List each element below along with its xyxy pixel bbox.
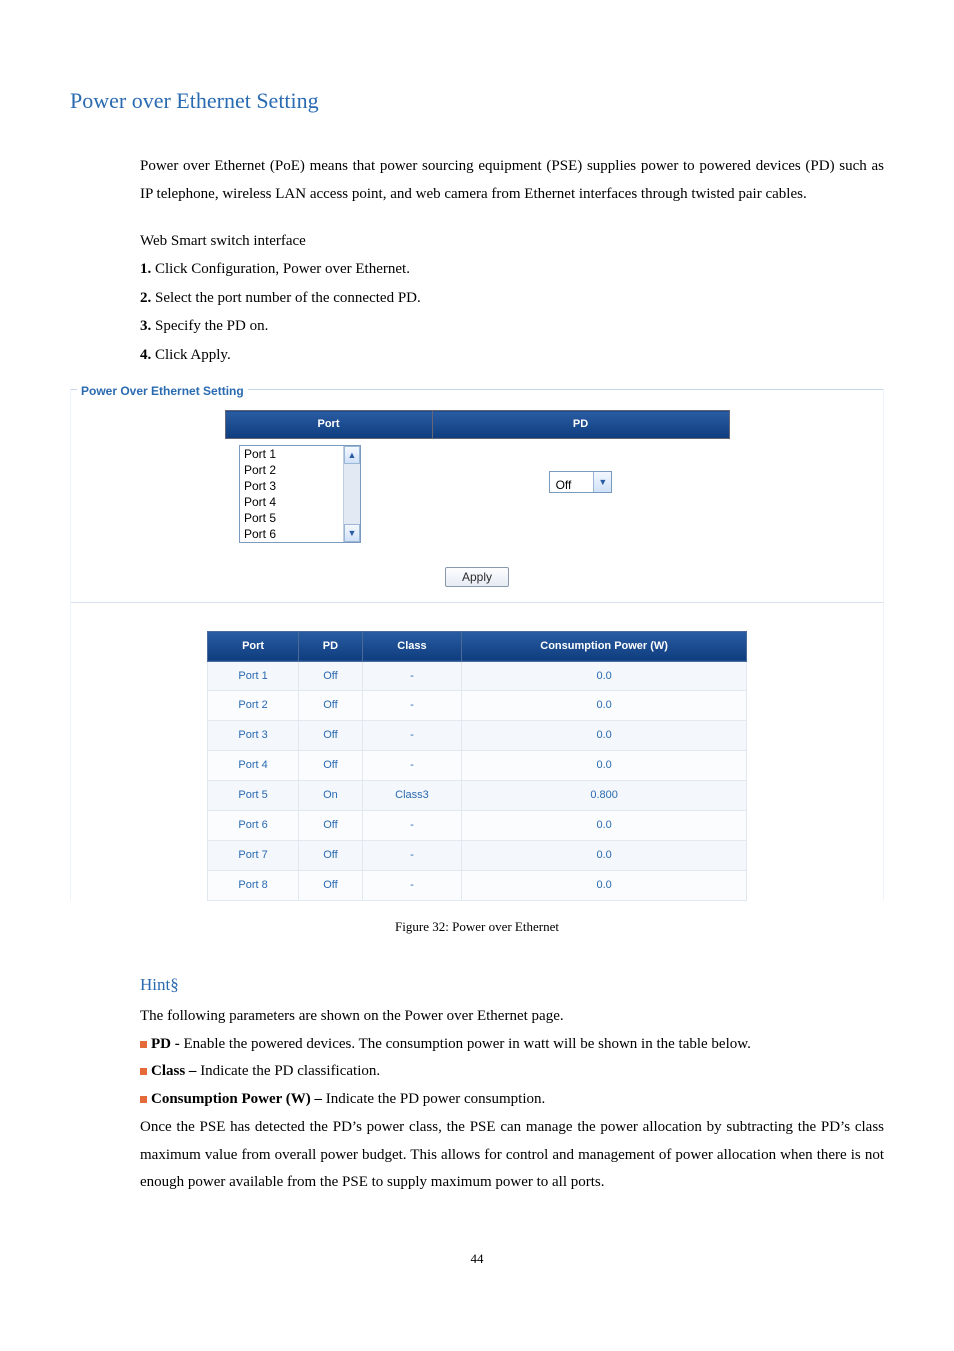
cell-pd: Off	[299, 840, 363, 870]
step-2-num: 2.	[140, 290, 151, 306]
step-2-text: Select the port number of the connected …	[151, 290, 421, 306]
hint-cpw-text: Indicate the PD power consumption.	[326, 1091, 546, 1107]
cell-class: -	[362, 721, 462, 751]
status-header-port: Port	[208, 631, 299, 661]
scroll-up-icon[interactable]: ▲	[344, 446, 360, 464]
cell-cpw: 0.800	[462, 781, 747, 811]
cell-port: Port 8	[208, 870, 299, 900]
step-1: 1. Click Configuration, Power over Ether…	[140, 255, 884, 284]
pd-select[interactable]: Off ▼	[549, 471, 613, 493]
port-option[interactable]: Port 5	[240, 510, 344, 526]
section-title: Power over Ethernet Setting	[70, 80, 884, 122]
step-2: 2. Select the port number of the connect…	[140, 284, 884, 313]
port-option[interactable]: Port 4	[240, 494, 344, 510]
cell-cpw: 0.0	[462, 691, 747, 721]
cell-class: Class3	[362, 781, 462, 811]
step-1-num: 1.	[140, 261, 151, 277]
divider	[71, 602, 883, 603]
pd-select-value: Off	[550, 472, 594, 492]
page-number: 44	[70, 1247, 884, 1272]
cell-class: -	[362, 870, 462, 900]
port-listbox[interactable]: Port 1 Port 2 Port 3 Port 4 Port 5 Port …	[239, 445, 361, 543]
hint-class-text: Indicate the PD classification.	[200, 1063, 380, 1079]
cell-cpw: 0.0	[462, 721, 747, 751]
hint-pd: PD - Enable the powered devices. The con…	[140, 1031, 884, 1059]
cell-class: -	[362, 840, 462, 870]
step-4-text: Click Apply.	[151, 347, 230, 363]
cell-port: Port 4	[208, 751, 299, 781]
step-4: 4. Click Apply.	[140, 341, 884, 370]
cell-class: -	[362, 751, 462, 781]
step-4-num: 4.	[140, 347, 151, 363]
cell-port: Port 3	[208, 721, 299, 751]
cell-port: Port 2	[208, 691, 299, 721]
hint-cpw-label: Consumption Power (W) –	[151, 1091, 326, 1107]
figure-caption: Figure 32: Power over Ethernet	[70, 915, 884, 940]
table-row: Port 1Off-0.0	[208, 661, 747, 691]
cell-pd: Off	[299, 811, 363, 841]
cell-cpw: 0.0	[462, 661, 747, 691]
status-header-pd: PD	[299, 631, 363, 661]
cell-pd: Off	[299, 751, 363, 781]
cell-cpw: 0.0	[462, 870, 747, 900]
scroll-down-icon[interactable]: ▼	[344, 524, 360, 542]
table-row: Port 8Off-0.0	[208, 870, 747, 900]
cell-class: -	[362, 661, 462, 691]
table-row: Port 7Off-0.0	[208, 840, 747, 870]
hint-cpw: Consumption Power (W) – Indicate the PD …	[140, 1086, 884, 1114]
hint-title: Hint§	[140, 969, 884, 1000]
hint-class-label: Class –	[151, 1063, 200, 1079]
step-3: 3. Specify the PD on.	[140, 312, 884, 341]
port-option[interactable]: Port 3	[240, 478, 344, 494]
fieldset-legend: Power Over Ethernet Setting	[77, 380, 248, 403]
cell-cpw: 0.0	[462, 840, 747, 870]
hint-note: Once the PSE has detected the PD’s power…	[140, 1114, 884, 1197]
table-row: Port 6Off-0.0	[208, 811, 747, 841]
interface-label: Web Smart switch interface	[140, 227, 884, 256]
hint-pd-text: Enable the powered devices. The consumpt…	[184, 1036, 751, 1052]
cell-class: -	[362, 811, 462, 841]
cell-port: Port 6	[208, 811, 299, 841]
apply-button[interactable]: Apply	[445, 567, 509, 587]
chevron-down-icon[interactable]: ▼	[593, 472, 611, 492]
status-header-cpw: Consumption Power (W)	[462, 631, 747, 661]
hint-pd-label: PD -	[151, 1036, 184, 1052]
config-header-port: Port	[225, 411, 432, 439]
status-table: Port PD Class Consumption Power (W) Port…	[207, 631, 747, 901]
step-3-num: 3.	[140, 318, 151, 334]
listbox-scrollbar[interactable]: ▲ ▼	[343, 446, 360, 542]
cell-pd: On	[299, 781, 363, 811]
poe-settings-fieldset: Power Over Ethernet Setting Port PD Port…	[70, 389, 884, 900]
bullet-icon	[140, 1041, 147, 1048]
hint-class: Class – Indicate the PD classification.	[140, 1058, 884, 1086]
cell-class: -	[362, 691, 462, 721]
port-option[interactable]: Port 6	[240, 526, 344, 542]
cell-pd: Off	[299, 721, 363, 751]
config-header-pd: PD	[432, 411, 729, 439]
intro-text: Power over Ethernet (PoE) means that pow…	[140, 152, 884, 209]
port-option[interactable]: Port 2	[240, 462, 344, 478]
cell-port: Port 1	[208, 661, 299, 691]
table-row: Port 3Off-0.0	[208, 721, 747, 751]
cell-pd: Off	[299, 691, 363, 721]
step-1-text: Click Configuration, Power over Ethernet…	[151, 261, 410, 277]
config-table: Port PD Port 1 Port 2 Port 3 Port 4 Port…	[225, 410, 730, 549]
cell-pd: Off	[299, 661, 363, 691]
table-row: Port 4Off-0.0	[208, 751, 747, 781]
table-row: Port 5OnClass30.800	[208, 781, 747, 811]
bullet-icon	[140, 1096, 147, 1103]
cell-cpw: 0.0	[462, 751, 747, 781]
cell-port: Port 7	[208, 840, 299, 870]
status-header-class: Class	[362, 631, 462, 661]
cell-cpw: 0.0	[462, 811, 747, 841]
port-option[interactable]: Port 1	[240, 446, 344, 462]
cell-pd: Off	[299, 870, 363, 900]
step-3-text: Specify the PD on.	[151, 318, 268, 334]
bullet-icon	[140, 1068, 147, 1075]
hint-intro: The following parameters are shown on th…	[140, 1003, 884, 1031]
table-row: Port 2Off-0.0	[208, 691, 747, 721]
cell-port: Port 5	[208, 781, 299, 811]
